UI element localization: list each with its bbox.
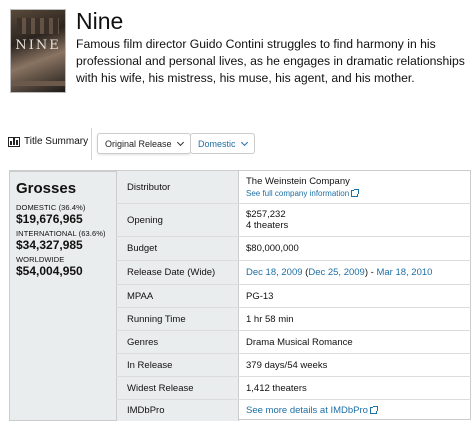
running-time-value: 1 hr 58 min (246, 313, 294, 325)
tab-title-summary[interactable]: Title Summary (8, 136, 88, 147)
imdbpro-link[interactable]: See more details at IMDbPro (246, 405, 464, 416)
poster-figures (17, 18, 59, 34)
release-date-link-1[interactable]: Dec 18, 2009 (246, 267, 303, 278)
mpaa-value: PG-13 (246, 290, 274, 302)
region-dropdown-label: Domestic (198, 138, 236, 149)
bar-chart-icon (8, 136, 20, 147)
row-running-time: Running Time 1 hr 58 min (116, 308, 471, 331)
company-info-link-label: See full company information (246, 189, 350, 198)
row-mpaa: MPAA PG-13 (116, 285, 471, 308)
worldwide-label: WORLDWIDE (16, 255, 65, 264)
opening-theaters: 4 theaters (246, 220, 289, 231)
release-date-link-3[interactable]: Mar 18, 2010 (376, 267, 432, 278)
view-toolbar: Title Summary Original Release Domestic (0, 128, 474, 160)
opening-value: $257,232 (246, 209, 286, 220)
tab-title-summary-label: Title Summary (24, 136, 89, 147)
page-title: Nine (76, 8, 124, 34)
release-paren-close: ) - (364, 267, 377, 278)
widest-release-label: Widest Release (116, 377, 239, 399)
row-distributor: Distributor The Weinstein Company See fu… (116, 171, 471, 204)
budget-value: $80,000,000 (246, 243, 299, 254)
distributor-value: The Weinstein Company (246, 176, 350, 187)
worldwide-gross: $54,004,950 (16, 264, 83, 278)
external-link-icon (369, 406, 378, 414)
imdbpro-label: IMDbPro (116, 400, 239, 421)
imdbpro-link-label: See more details at IMDbPro (246, 405, 368, 416)
genres-value: Drama Musical Romance (246, 336, 353, 348)
chevron-down-icon (176, 138, 184, 146)
movie-poster[interactable]: NINE (10, 9, 66, 93)
toolbar-divider (91, 128, 92, 160)
poster-band (11, 81, 65, 86)
poster-title: NINE (15, 38, 61, 53)
opening-label: Opening (116, 204, 239, 236)
genres-label: Genres (116, 331, 239, 353)
release-date-label: Release Date (Wide) (116, 261, 239, 284)
mpaa-label: MPAA (116, 285, 239, 307)
domestic-label: DOMESTIC (36.4%) (16, 203, 86, 212)
domestic-gross: $19,676,965 (16, 212, 83, 226)
row-release-date: Release Date (Wide) Dec 18, 2009 (Dec 25… (116, 261, 471, 285)
distributor-label: Distributor (116, 171, 239, 203)
release-dropdown[interactable]: Original Release (97, 133, 191, 154)
row-budget: Budget $80,000,000 (116, 237, 471, 261)
release-dropdown-label: Original Release (105, 138, 172, 149)
international-gross: $34,327,985 (16, 238, 83, 252)
row-opening: Opening $257,232 4 theaters (116, 204, 471, 237)
in-release-value: 379 days/54 weeks (246, 359, 328, 371)
grosses-panel: Grosses DOMESTIC (36.4%) $19,676,965 INT… (9, 171, 116, 421)
row-widest-release: Widest Release 1,412 theaters (116, 377, 471, 400)
running-time-label: Running Time (116, 308, 239, 330)
widest-release-value: 1,412 theaters (246, 382, 307, 394)
budget-label: Budget (116, 237, 239, 260)
row-in-release: In Release 379 days/54 weeks (116, 354, 471, 377)
summary-table: Grosses DOMESTIC (36.4%) $19,676,965 INT… (9, 170, 471, 421)
row-genres: Genres Drama Musical Romance (116, 331, 471, 354)
row-imdbpro: IMDbPro See more details at IMDbPro (116, 400, 471, 421)
in-release-label: In Release (116, 354, 239, 376)
movie-summary: Famous film director Guido Contini strug… (76, 37, 465, 85)
external-link-icon (351, 189, 360, 197)
details-rows: Distributor The Weinstein Company See fu… (116, 171, 471, 421)
grosses-heading: Grosses (16, 180, 77, 197)
release-date-link-2[interactable]: Dec 25, 2009 (308, 267, 365, 278)
company-info-link[interactable]: See full company information (246, 189, 464, 198)
international-label: INTERNATIONAL (63.6%) (16, 229, 106, 238)
chevron-down-icon (240, 138, 248, 146)
region-dropdown[interactable]: Domestic (190, 133, 255, 154)
